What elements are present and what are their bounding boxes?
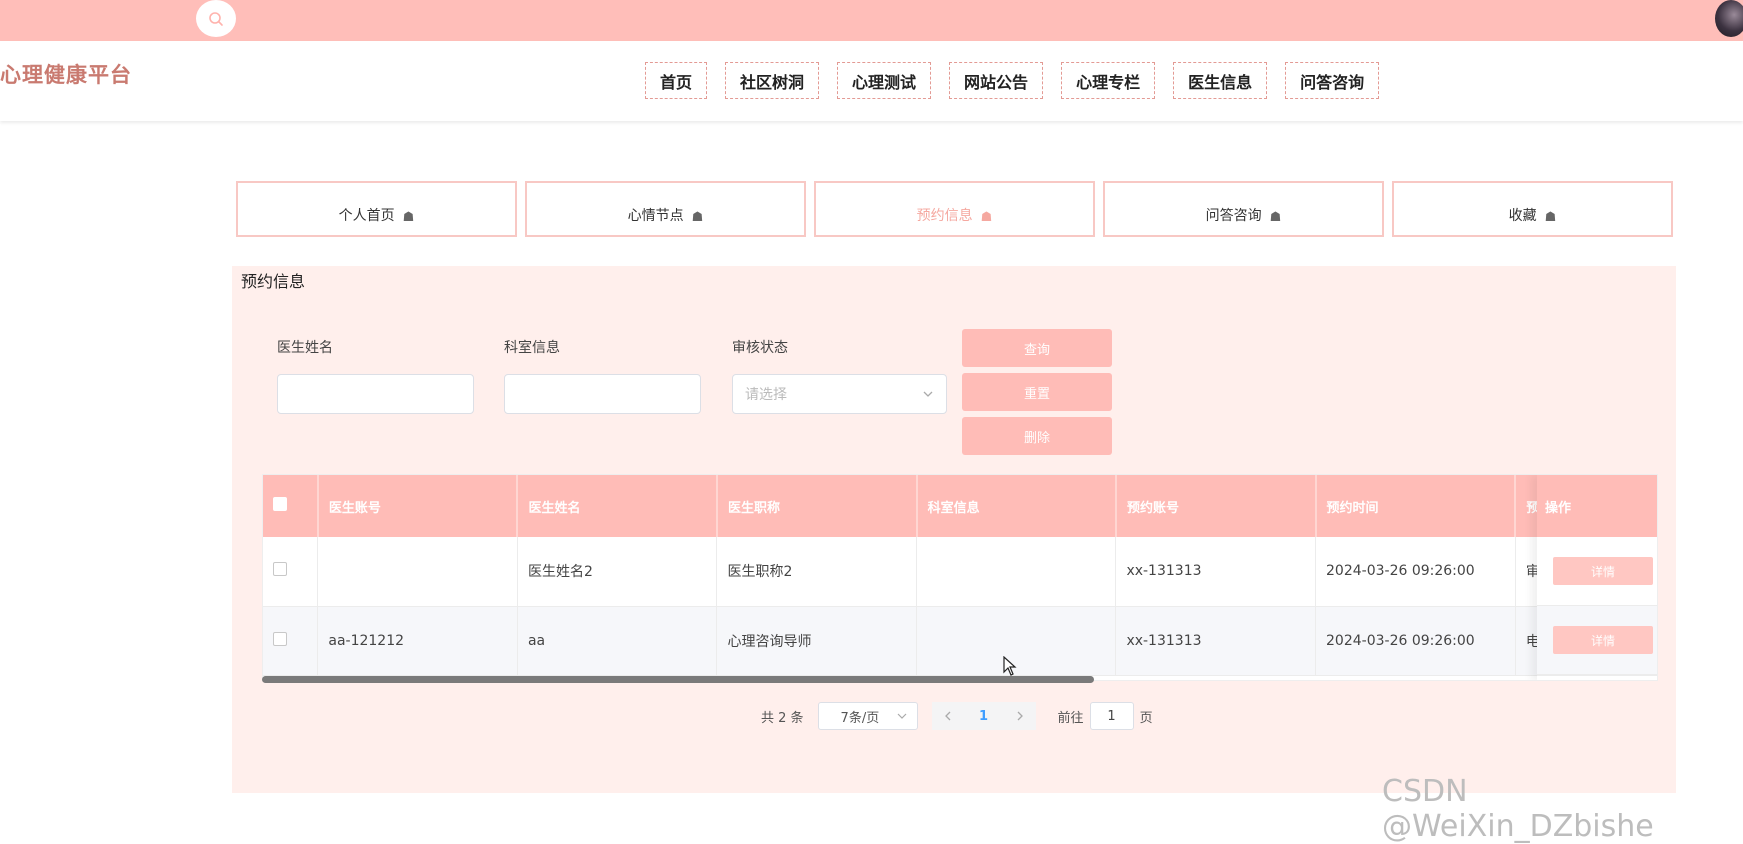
table-cell bbox=[916, 537, 1117, 607]
row-checkbox[interactable] bbox=[273, 562, 287, 577]
nav-item-qa[interactable]: 问答咨询 bbox=[1285, 62, 1380, 99]
table-cell: 2024-03-26 09:26:00 bbox=[1315, 606, 1516, 676]
dept-label: 科室信息 bbox=[504, 340, 560, 356]
brand-title: 心理健康平台 bbox=[0, 63, 132, 87]
appointments-panel: 预约信息 医生姓名 科室信息 审核状态 请选择 查询 重置 删除 医生账号 医生… bbox=[232, 266, 1676, 793]
panel-title: 预约信息 bbox=[241, 272, 306, 291]
table-row[interactable]: 医生姓名2 医生职称2 xx-131313 2024-03-26 09:26:0… bbox=[263, 537, 1657, 607]
nav-item-doctors[interactable]: 医生信息 bbox=[1173, 62, 1268, 99]
nav-item-home[interactable]: 首页 bbox=[645, 62, 708, 99]
top-bar bbox=[0, 0, 1743, 41]
delete-button[interactable]: 删除 bbox=[962, 417, 1112, 455]
home-icon: ☗ bbox=[980, 210, 993, 225]
tab-qa[interactable]: 问答咨询 ☗ bbox=[1103, 181, 1384, 237]
chevron-down-icon bbox=[897, 713, 906, 719]
tab-label: 心情节点 bbox=[627, 208, 684, 224]
prev-page-button[interactable] bbox=[931, 702, 964, 730]
main-nav: 首页 社区树洞 心理测试 网站公告 心理专栏 医生信息 问答咨询 bbox=[645, 62, 1380, 99]
total-count: 共 2 条 bbox=[761, 710, 804, 726]
profile-tabs: 个人首页 ☗ 心情节点 ☗ 预约信息 ☗ 问答咨询 ☗ 收藏 ☗ bbox=[236, 181, 1673, 237]
chevron-down-icon bbox=[923, 391, 933, 397]
table-header-row: 医生账号 医生姓名 医生职称 科室信息 预约账号 预约时间 预 bbox=[263, 475, 1657, 537]
goto-page-input[interactable]: 1 bbox=[1089, 702, 1134, 730]
page-size-select[interactable]: 7条/页 bbox=[817, 702, 918, 730]
op-column-header: 操作 bbox=[1537, 475, 1657, 537]
home-icon: ☗ bbox=[1544, 210, 1557, 225]
search-submit-button[interactable]: 查询 bbox=[962, 329, 1112, 367]
chevron-right-icon bbox=[1017, 711, 1023, 721]
mouse-cursor-icon bbox=[1003, 656, 1017, 676]
column-header[interactable]: 医生职称 bbox=[716, 475, 918, 537]
page-number-current[interactable]: 1 bbox=[963, 702, 1004, 730]
dept-input[interactable] bbox=[504, 374, 701, 414]
status-label: 审核状态 bbox=[732, 340, 788, 356]
table-cell bbox=[317, 537, 518, 607]
op-cell: 详情 bbox=[1537, 537, 1657, 606]
home-icon: ☗ bbox=[1269, 210, 1282, 225]
avatar[interactable] bbox=[1715, 0, 1743, 37]
column-header[interactable]: 医生账号 bbox=[317, 475, 519, 537]
tab-label: 收藏 bbox=[1508, 208, 1537, 224]
nav-item-announcements[interactable]: 网站公告 bbox=[949, 62, 1044, 99]
tab-appointments[interactable]: 预约信息 ☗ bbox=[814, 181, 1095, 237]
table-cell: 医生姓名2 bbox=[517, 537, 718, 607]
column-header[interactable]: 医生姓名 bbox=[517, 475, 718, 537]
operations-column: 操作 详情 详情 bbox=[1537, 475, 1657, 680]
table-row[interactable]: aa-121212 aa 心理咨询导师 xx-131313 2024-03-26… bbox=[263, 606, 1657, 676]
nav-item-community[interactable]: 社区树洞 bbox=[725, 62, 820, 99]
status-placeholder: 请选择 bbox=[745, 387, 787, 403]
tab-label: 个人首页 bbox=[338, 208, 395, 224]
search-icon bbox=[209, 11, 223, 26]
column-header[interactable]: 预约账号 bbox=[1115, 475, 1317, 537]
row-checkbox[interactable] bbox=[273, 631, 287, 646]
tab-favorites[interactable]: 收藏 ☗ bbox=[1392, 181, 1673, 237]
header: 心理健康平台 首页 社区树洞 心理测试 网站公告 心理专栏 医生信息 问答咨询 bbox=[0, 41, 1743, 121]
table-cell: 心理咨询导师 bbox=[716, 606, 918, 676]
next-page-button[interactable] bbox=[1003, 702, 1036, 730]
horizontal-scrollbar[interactable] bbox=[262, 676, 1094, 683]
select-all-checkbox[interactable] bbox=[273, 497, 287, 511]
home-icon: ☗ bbox=[402, 210, 415, 225]
column-header[interactable]: 预约时间 bbox=[1315, 475, 1517, 537]
nav-item-column[interactable]: 心理专栏 bbox=[1061, 62, 1156, 99]
status-select[interactable]: 请选择 bbox=[732, 374, 947, 414]
tab-label: 预约信息 bbox=[916, 208, 973, 224]
goto-suffix: 页 bbox=[1139, 710, 1153, 726]
table-cell: 医生职称2 bbox=[716, 537, 918, 607]
tab-personal-home[interactable]: 个人首页 ☗ bbox=[236, 181, 517, 237]
tab-mood[interactable]: 心情节点 ☗ bbox=[525, 181, 806, 237]
column-header[interactable]: 科室信息 bbox=[916, 475, 1117, 537]
nav-item-psych-test[interactable]: 心理测试 bbox=[837, 62, 932, 99]
table-cell: aa bbox=[517, 606, 718, 676]
pagination: 共 2 条 7条/页 1 前往 1 页 bbox=[761, 702, 1153, 730]
goto-prefix: 前往 bbox=[1057, 710, 1084, 726]
detail-button[interactable]: 详情 bbox=[1553, 557, 1653, 585]
page-size-value: 7条/页 bbox=[840, 710, 880, 726]
tab-label: 问答咨询 bbox=[1205, 208, 1262, 224]
table-cell: aa-121212 bbox=[317, 606, 518, 676]
table-cell: xx-131313 bbox=[1115, 537, 1317, 607]
watermark: CSDN @WeiXin_DZbishe bbox=[1382, 774, 1654, 844]
reset-button[interactable]: 重置 bbox=[962, 373, 1112, 411]
table-cell: xx-131313 bbox=[1115, 606, 1317, 676]
doctor-name-label: 医生姓名 bbox=[277, 340, 333, 356]
doctor-name-input[interactable] bbox=[277, 374, 474, 414]
table-cell: 2024-03-26 09:26:00 bbox=[1315, 537, 1516, 607]
home-icon: ☗ bbox=[691, 210, 704, 225]
detail-button[interactable]: 详情 bbox=[1553, 626, 1653, 654]
search-button[interactable] bbox=[196, 0, 236, 37]
op-cell: 详情 bbox=[1537, 606, 1657, 675]
select-all-cell bbox=[263, 475, 319, 537]
row-select-cell bbox=[263, 606, 319, 676]
appointments-table: 医生账号 医生姓名 医生职称 科室信息 预约账号 预约时间 预 医生姓名2 医生… bbox=[262, 474, 1658, 681]
row-select-cell bbox=[263, 537, 319, 607]
chevron-left-icon bbox=[944, 711, 951, 721]
